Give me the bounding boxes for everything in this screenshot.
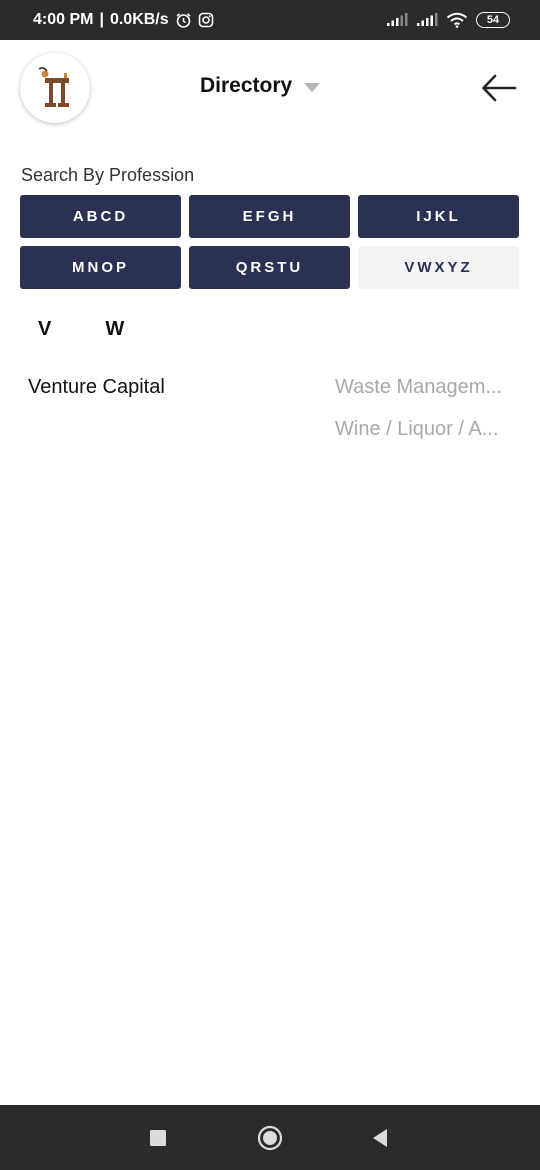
recents-button[interactable] — [128, 1105, 188, 1170]
system-nav-bar — [0, 1105, 540, 1170]
status-left: 4:00 PM | 0.0KB/s — [33, 0, 214, 40]
status-time: 4:00 PM — [33, 11, 94, 28]
group-qrstu-button[interactable]: QRSTU — [189, 246, 350, 289]
back-triangle-icon — [373, 1128, 387, 1147]
page-title: Directory — [200, 74, 293, 97]
group-efgh-button[interactable]: EFGH — [189, 195, 350, 238]
network-speed: 0.0KB/s — [109, 11, 169, 28]
signal-icon — [386, 13, 408, 27]
wifi-icon — [446, 12, 468, 28]
group-mnop-button[interactable]: MNOP — [20, 246, 181, 289]
search-by-profession-label: Search By Profession — [21, 165, 195, 185]
letter-tabs: V W — [38, 318, 124, 341]
square-icon — [150, 1129, 166, 1146]
back-button[interactable] — [478, 70, 520, 106]
arrow-left-icon — [482, 74, 517, 102]
home-button[interactable] — [240, 1105, 300, 1170]
logo-icon — [38, 67, 69, 107]
signal-icon — [416, 13, 438, 27]
instagram-icon — [198, 12, 214, 28]
alarm-icon — [175, 12, 192, 29]
group-vwxyz-button[interactable]: VWXYZ — [358, 246, 519, 289]
profession-group-grid: ABCD EFGH IJKL MNOP QRSTU VWXYZ — [20, 195, 520, 289]
letter-tab-v[interactable]: V — [38, 318, 51, 341]
caret-down-icon — [304, 82, 321, 92]
app-logo[interactable] — [20, 53, 90, 123]
list-item[interactable]: Waste Managem... — [335, 376, 502, 399]
battery-icon: 54 — [476, 12, 510, 28]
home-circle-icon — [257, 1125, 283, 1150]
status-bar: 4:00 PM | 0.0KB/s 54 — [0, 0, 540, 40]
status-right: 54 — [386, 0, 510, 40]
directory-dropdown[interactable]: Directory — [200, 74, 321, 98]
letter-tab-w[interactable]: W — [105, 318, 124, 341]
system-back-button[interactable] — [350, 1105, 410, 1170]
app-header: Directory — [0, 40, 540, 140]
group-abcd-button[interactable]: ABCD — [20, 195, 181, 238]
group-ijkl-button[interactable]: IJKL — [358, 195, 519, 238]
status-separator: | — [99, 11, 104, 28]
list-item[interactable]: Venture Capital — [28, 376, 165, 399]
list-item[interactable]: Wine / Liquor / A... — [335, 418, 498, 441]
